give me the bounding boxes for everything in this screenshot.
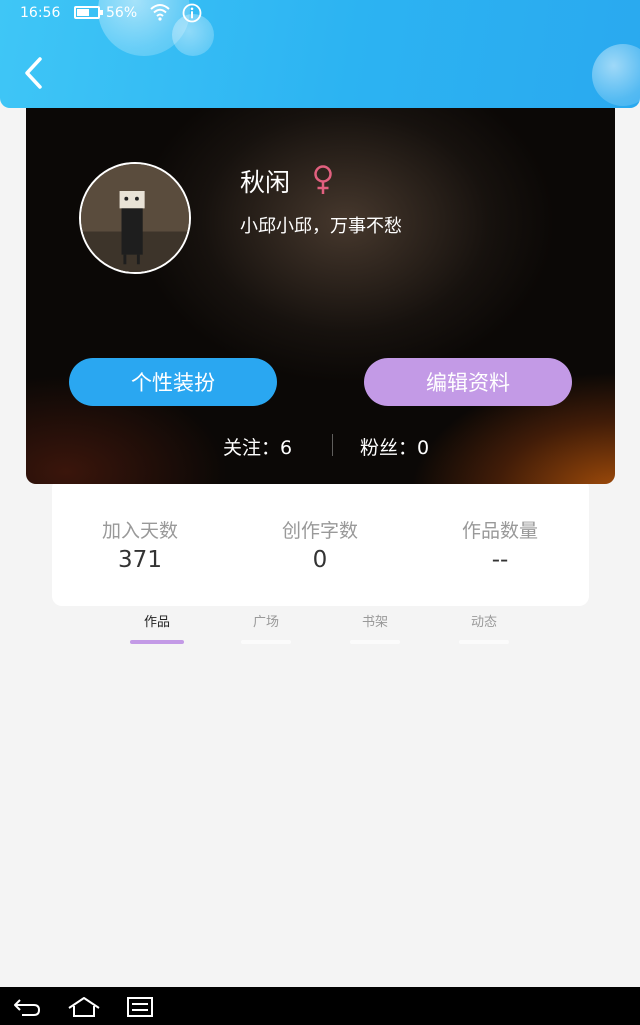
stat-label: 创作字数 bbox=[281, 520, 358, 542]
info-icon bbox=[182, 3, 202, 23]
tab-label: 作品 bbox=[143, 615, 170, 630]
header-bar: 16:56 56% bbox=[0, 0, 640, 108]
back-chevron-icon[interactable] bbox=[20, 55, 50, 91]
stat-works-count: 作品数量 -- bbox=[420, 516, 580, 573]
fans-count[interactable]: 粉丝：0 bbox=[360, 433, 429, 460]
stat-join-days: 加入天数 371 bbox=[60, 516, 220, 573]
edit-profile-button[interactable]: 编辑资料 bbox=[364, 358, 572, 406]
tab-indicator bbox=[241, 640, 291, 644]
recent-apps-icon[interactable] bbox=[126, 995, 154, 1019]
status-time: 16:56 bbox=[20, 5, 61, 21]
female-icon bbox=[314, 165, 332, 194]
profile-card: 秋闲 小邱小邱，万事不愁 个性装扮 编辑资料 关注：6 粉丝：0 bbox=[26, 92, 615, 484]
status-bar: 16:56 56% bbox=[0, 0, 640, 26]
system-nav-bar bbox=[0, 987, 640, 1025]
stat-value: -- bbox=[491, 547, 509, 573]
tab-square[interactable]: 广场 bbox=[236, 611, 296, 644]
follow-stats: 关注：6 粉丝：0 bbox=[26, 430, 615, 462]
battery-icon bbox=[74, 6, 103, 19]
tab-label: 书架 bbox=[361, 615, 388, 630]
battery-percent: 56% bbox=[106, 5, 138, 21]
stats-card: 加入天数 371 创作字数 0 作品数量 -- bbox=[52, 478, 589, 606]
stat-word-count: 创作字数 0 bbox=[240, 516, 400, 573]
tab-indicator bbox=[459, 640, 509, 644]
tab-indicator bbox=[350, 640, 400, 644]
stat-label: 作品数量 bbox=[461, 520, 538, 542]
stat-value: 0 bbox=[312, 547, 328, 573]
tab-label: 动态 bbox=[470, 615, 497, 630]
tab-label: 广场 bbox=[252, 615, 279, 630]
personalize-button[interactable]: 个性装扮 bbox=[69, 358, 277, 406]
content-tabs: 作品 广场 书架 动态 bbox=[0, 606, 640, 650]
bio-text: 小邱小邱，万事不愁 bbox=[240, 216, 402, 237]
tab-activity[interactable]: 动态 bbox=[454, 611, 514, 644]
stat-value: 371 bbox=[118, 547, 162, 573]
stat-label: 加入天数 bbox=[101, 520, 178, 542]
divider bbox=[332, 434, 333, 456]
tab-bookshelf[interactable]: 书架 bbox=[345, 611, 405, 644]
tab-indicator bbox=[130, 640, 184, 644]
nickname: 秋闲 bbox=[240, 168, 291, 197]
following-count[interactable]: 关注：6 bbox=[223, 433, 292, 460]
wifi-icon bbox=[150, 4, 170, 21]
tab-works[interactable]: 作品 bbox=[127, 611, 187, 644]
back-icon[interactable] bbox=[12, 995, 42, 1019]
avatar[interactable] bbox=[79, 162, 191, 274]
avatar-image bbox=[81, 164, 189, 272]
home-icon[interactable] bbox=[66, 995, 102, 1019]
decorative-bubble bbox=[592, 44, 640, 106]
